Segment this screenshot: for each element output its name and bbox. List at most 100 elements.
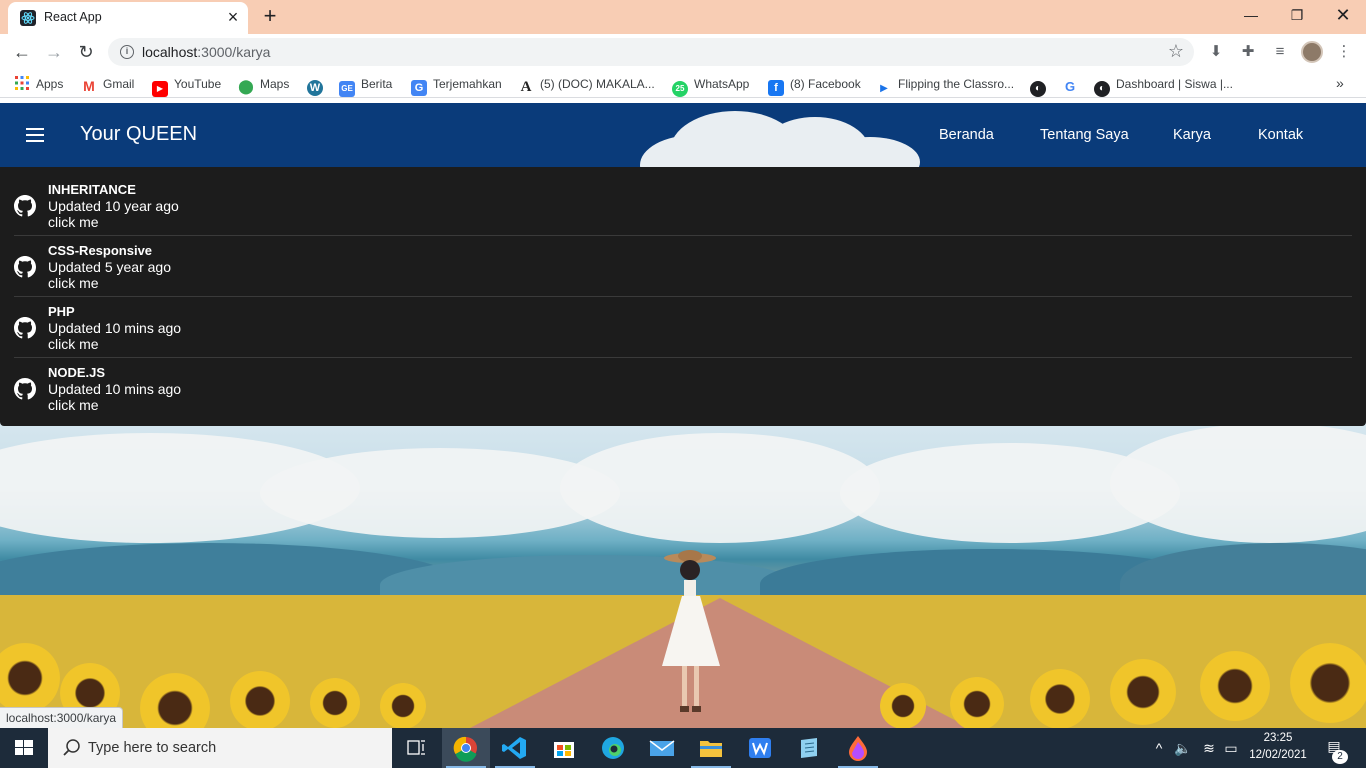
sunflower-shape (1110, 659, 1176, 725)
window-restore-icon[interactable]: ❐ (1274, 0, 1320, 30)
extensions-puzzle-icon[interactable]: ✚ (1238, 42, 1258, 62)
google-icon: G (1064, 79, 1076, 94)
repo-click-link[interactable]: click me (48, 275, 99, 291)
wordpress-icon: W (307, 80, 323, 96)
tab-close-icon[interactable]: × (222, 6, 244, 28)
taskbar-vscode[interactable] (491, 728, 539, 768)
clock-date[interactable]: 12/02/2021 (1244, 749, 1312, 761)
download-icon[interactable]: ⬇ (1206, 42, 1226, 62)
bookmarks-overflow-icon[interactable]: » (1336, 75, 1344, 91)
sunflower-shape (380, 683, 426, 728)
video-play-icon: ▶ (880, 83, 888, 94)
taskbar-search-box[interactable]: Type here to search (48, 728, 392, 768)
nav-link-tentang-saya[interactable]: Tentang Saya (1040, 127, 1129, 143)
repo-name: NODE.JS (48, 365, 106, 380)
repo-click-link[interactable]: click me (48, 397, 99, 413)
repo-updated: Updated 10 mins ago (48, 381, 182, 397)
repo-name: INHERITANCE (48, 182, 136, 197)
brand-title[interactable]: Your QUEEN (80, 123, 197, 146)
globe-icon: ◐ (1094, 81, 1110, 97)
search-icon (63, 739, 80, 756)
taskbar-chrome[interactable] (442, 728, 490, 768)
bookmark-flipping-classroom[interactable]: ▶ Flipping the Classro... (876, 75, 1014, 94)
bookmark-youtube[interactable]: ▶ YouTube (152, 75, 222, 97)
bookmark-makalah[interactable]: A (5) (DOC) MAKALA... (518, 75, 655, 95)
youtube-icon: ▶ (152, 81, 168, 97)
nav-link-beranda[interactable]: Beranda (939, 127, 994, 143)
bookmark-label: Dashboard | Siswa |... (1116, 77, 1233, 91)
repo-item-php[interactable]: PHP Updated 10 mins ago click me (14, 297, 1352, 358)
tab-react-app[interactable]: React App × (8, 2, 248, 34)
address-bar[interactable]: i localhost:3000/karya ☆ (108, 38, 1194, 66)
taskbar-paint[interactable] (834, 728, 882, 768)
windows-taskbar: Type here to search ^ 🔈 ≋ ▭ 23:25 12/02/… (0, 728, 1366, 768)
taskbar-wps-writer[interactable] (736, 728, 784, 768)
windows-start-button[interactable] (0, 728, 48, 768)
taskbar-file-explorer[interactable] (687, 728, 735, 768)
taskbar-notepad[interactable] (785, 728, 833, 768)
bookmark-terjemahkan[interactable]: G Terjemahkan (411, 75, 502, 96)
edge-icon (602, 737, 624, 759)
speaker-icon[interactable]: 🔈 (1174, 740, 1192, 756)
repo-click-link[interactable]: click me (48, 336, 99, 352)
site-info-icon[interactable]: i (120, 45, 134, 59)
sunflower-shape (950, 677, 1004, 728)
notification-count-badge: 2 (1332, 750, 1348, 764)
repo-item-nodejs[interactable]: NODE.JS Updated 10 mins ago click me (14, 358, 1352, 419)
paint-drop-icon (849, 736, 867, 761)
hamburger-menu-icon[interactable] (24, 125, 48, 145)
bookmark-globe[interactable]: ◐ (1030, 75, 1052, 97)
bookmark-google[interactable]: G (1062, 75, 1084, 94)
reload-icon[interactable]: ↻ (73, 39, 99, 65)
new-tab-icon[interactable]: + (258, 4, 282, 28)
bookmark-label: Maps (260, 77, 290, 91)
taskbar-store[interactable] (540, 728, 588, 768)
nav-link-karya[interactable]: Karya (1173, 127, 1211, 143)
task-view-button[interactable] (392, 728, 440, 768)
status-bar-url: localhost:3000/karya (0, 707, 124, 728)
bookmark-apps[interactable]: Apps (14, 75, 63, 93)
file-explorer-icon (700, 741, 722, 757)
show-hidden-icons-chevron-icon[interactable]: ^ (1150, 740, 1168, 756)
browser-tab-strip: React App × + — ❐ ✕ (0, 0, 1366, 34)
bookmark-label: WhatsApp (694, 77, 750, 91)
bookmark-whatsapp[interactable]: 25 WhatsApp (672, 75, 750, 97)
url-path: :3000/karya (197, 44, 271, 60)
facebook-icon: f (768, 80, 784, 96)
repo-click-link[interactable]: click me (48, 214, 99, 230)
sunflower-shape (1030, 669, 1090, 728)
bookmark-star-icon[interactable]: ☆ (1168, 41, 1184, 62)
taskbar-mail[interactable] (638, 728, 686, 768)
globe-icon: ◐ (1030, 81, 1046, 97)
window-close-icon[interactable]: ✕ (1320, 0, 1366, 30)
window-minimize-icon[interactable]: — (1228, 0, 1274, 30)
bookmark-label: YouTube (174, 77, 222, 91)
taskbar-edge[interactable] (589, 728, 637, 768)
nav-link-kontak[interactable]: Kontak (1258, 127, 1303, 143)
bookmark-dashboard-siswa[interactable]: ◐ Dashboard | Siswa |... (1094, 75, 1233, 97)
url-text[interactable]: localhost:3000/karya (142, 44, 270, 60)
bookmark-label: (5) (DOC) MAKALA... (540, 77, 655, 91)
girl-figure (662, 550, 720, 712)
back-arrow-icon[interactable]: ← (9, 39, 35, 65)
media-queue-icon[interactable]: ≡ (1270, 42, 1290, 62)
bookmark-gmail[interactable]: M Gmail (81, 75, 134, 94)
bookmark-berita[interactable]: GE Berita (339, 75, 392, 97)
wifi-icon[interactable]: ≋ (1200, 740, 1218, 756)
tab-title: React App (44, 10, 102, 24)
forward-arrow-icon[interactable]: → (41, 39, 67, 65)
profile-avatar[interactable] (1301, 41, 1323, 63)
clock-time[interactable]: 23:25 (1250, 732, 1306, 744)
bookmark-facebook[interactable]: f (8) Facebook (768, 75, 861, 96)
store-icon (554, 742, 574, 758)
notepad-icon (801, 738, 817, 758)
more-menu-icon[interactable]: ⋮ (1334, 42, 1354, 62)
sunflower-shape (230, 671, 290, 728)
repository-list: INHERITANCE Updated 10 year ago click me… (0, 167, 1366, 426)
bookmark-wordpress[interactable]: W (307, 75, 329, 96)
battery-icon[interactable]: ▭ (1222, 740, 1240, 756)
repo-item-inheritance[interactable]: INHERITANCE Updated 10 year ago click me (14, 175, 1352, 236)
bookmarks-bar: Apps M Gmail ▶ YouTube ⬤ Maps W GE Berita GT… (0, 70, 1366, 98)
repo-item-css-responsive[interactable]: CSS-Responsive Updated 5 year ago click … (14, 236, 1352, 297)
bookmark-maps[interactable]: ⬤ Maps (238, 75, 290, 94)
